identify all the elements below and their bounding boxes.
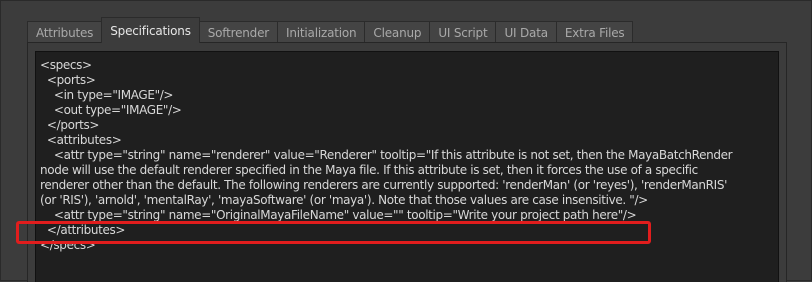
tab-ui-script[interactable]: UI Script bbox=[429, 21, 497, 43]
tab-bar: Attributes Specifications Softrender Ini… bbox=[27, 17, 634, 43]
window-frame: Attributes Specifications Softrender Ini… bbox=[0, 0, 812, 282]
tab-extra-files[interactable]: Extra Files bbox=[555, 21, 634, 43]
tab-panel: <specs> <ports> <in type="IMAGE"/> <out … bbox=[27, 42, 787, 282]
tab-attributes[interactable]: Attributes bbox=[27, 21, 103, 43]
code-line: <specs> bbox=[40, 58, 92, 72]
tab-ui-data[interactable]: UI Data bbox=[495, 21, 557, 43]
tab-cleanup[interactable]: Cleanup bbox=[364, 21, 431, 43]
code-line: <in type="IMAGE"/> bbox=[40, 88, 174, 102]
highlight-box bbox=[16, 221, 651, 244]
specs-editor[interactable]: <specs> <ports> <in type="IMAGE"/> <out … bbox=[35, 51, 779, 282]
code-line: <out type="IMAGE"/> bbox=[40, 103, 182, 117]
code-line: <attr type="string" name="renderer" valu… bbox=[40, 148, 733, 162]
code-line: <attributes> bbox=[40, 133, 122, 147]
code-line: </ports> bbox=[40, 118, 100, 132]
tab-specifications[interactable]: Specifications bbox=[101, 17, 200, 43]
code-line: <ports> bbox=[40, 73, 96, 87]
tab-initialization[interactable]: Initialization bbox=[277, 21, 366, 43]
code-line: renderer other than the default. The fol… bbox=[40, 178, 728, 192]
tab-softrender[interactable]: Softrender bbox=[198, 21, 279, 43]
code-line: node will use the default renderer speci… bbox=[40, 163, 698, 177]
code-line: (or 'RIS'), 'arnold', 'mentalRay', 'maya… bbox=[40, 193, 648, 207]
